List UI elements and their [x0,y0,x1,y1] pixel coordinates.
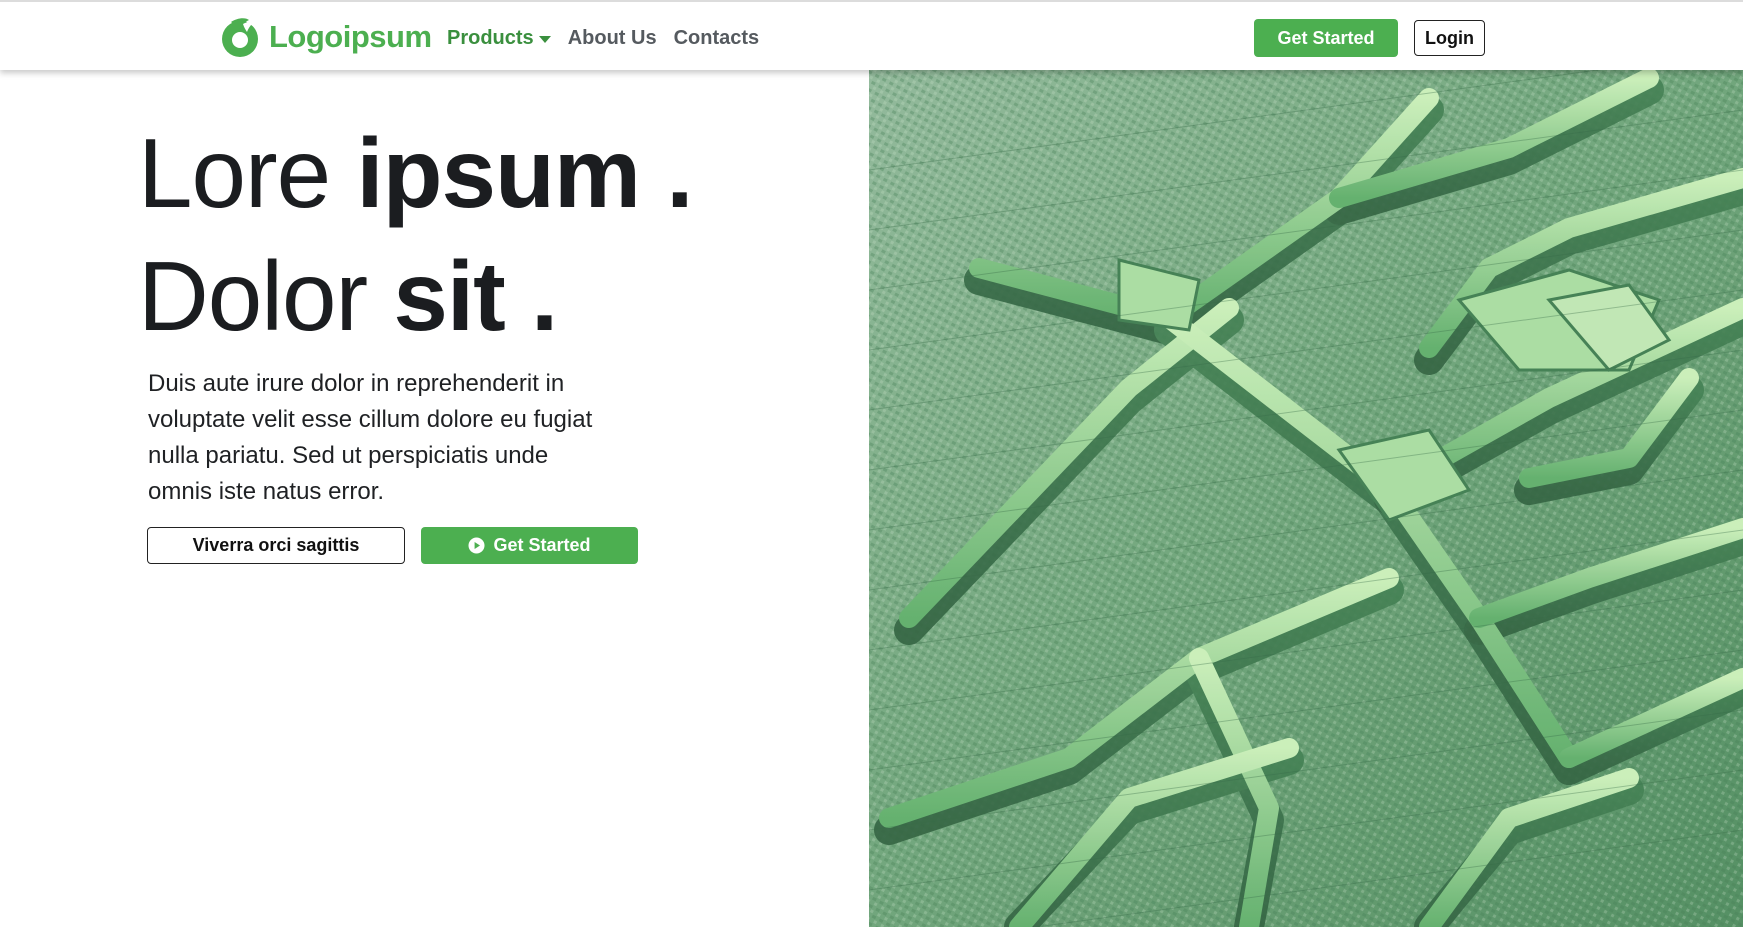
nav-item-contacts[interactable]: Contacts [674,27,760,50]
hero-title-line-1: Lore ipsum . [138,112,858,235]
hero-title-line-2-dot: . [504,241,558,351]
nav-item-about-us[interactable]: About Us [568,27,657,50]
landing-page: Logoipsum Products About Us Contacts Get… [0,0,1743,927]
hero-title-line-2-bold: sit [393,241,505,351]
login-button[interactable]: Login [1414,20,1485,56]
viverra-orci-sagittis-button[interactable]: Viverra orci sagittis [147,527,405,564]
hero-title-line-1-normal: Lore [138,118,357,228]
hero-title-line-1-dot: . [639,118,693,228]
hero-image [869,70,1743,927]
hero-description: Duis aute irure dolor in reprehenderit i… [148,370,593,505]
nav-item-products-label: Products [447,26,534,49]
brand-name: Logoipsum [269,19,432,54]
hero-title-line-1-bold: ipsum [356,118,641,228]
hero-title-line-2: Dolor sit . [138,235,858,358]
nav-item-products[interactable]: Products [447,27,551,50]
primary-nav: Products About Us Contacts [447,24,776,52]
voxel-maze-illustration [869,70,1743,927]
hero-title: Lore ipsum . Dolor sit . [138,112,858,358]
caret-down-icon [538,35,551,43]
navbar: Logoipsum Products About Us Contacts Get… [0,0,1743,70]
hero-title-line-2-normal: Dolor [138,241,394,351]
get-started-hero-label: Get Started [493,535,591,555]
get-started-nav-button[interactable]: Get Started [1254,19,1398,57]
get-started-hero-button[interactable]: Get Started [421,527,638,564]
logo-leaf-icon [222,18,258,57]
brand-logo-link[interactable]: Logoipsum [219,16,432,58]
play-circle-icon [468,537,485,554]
